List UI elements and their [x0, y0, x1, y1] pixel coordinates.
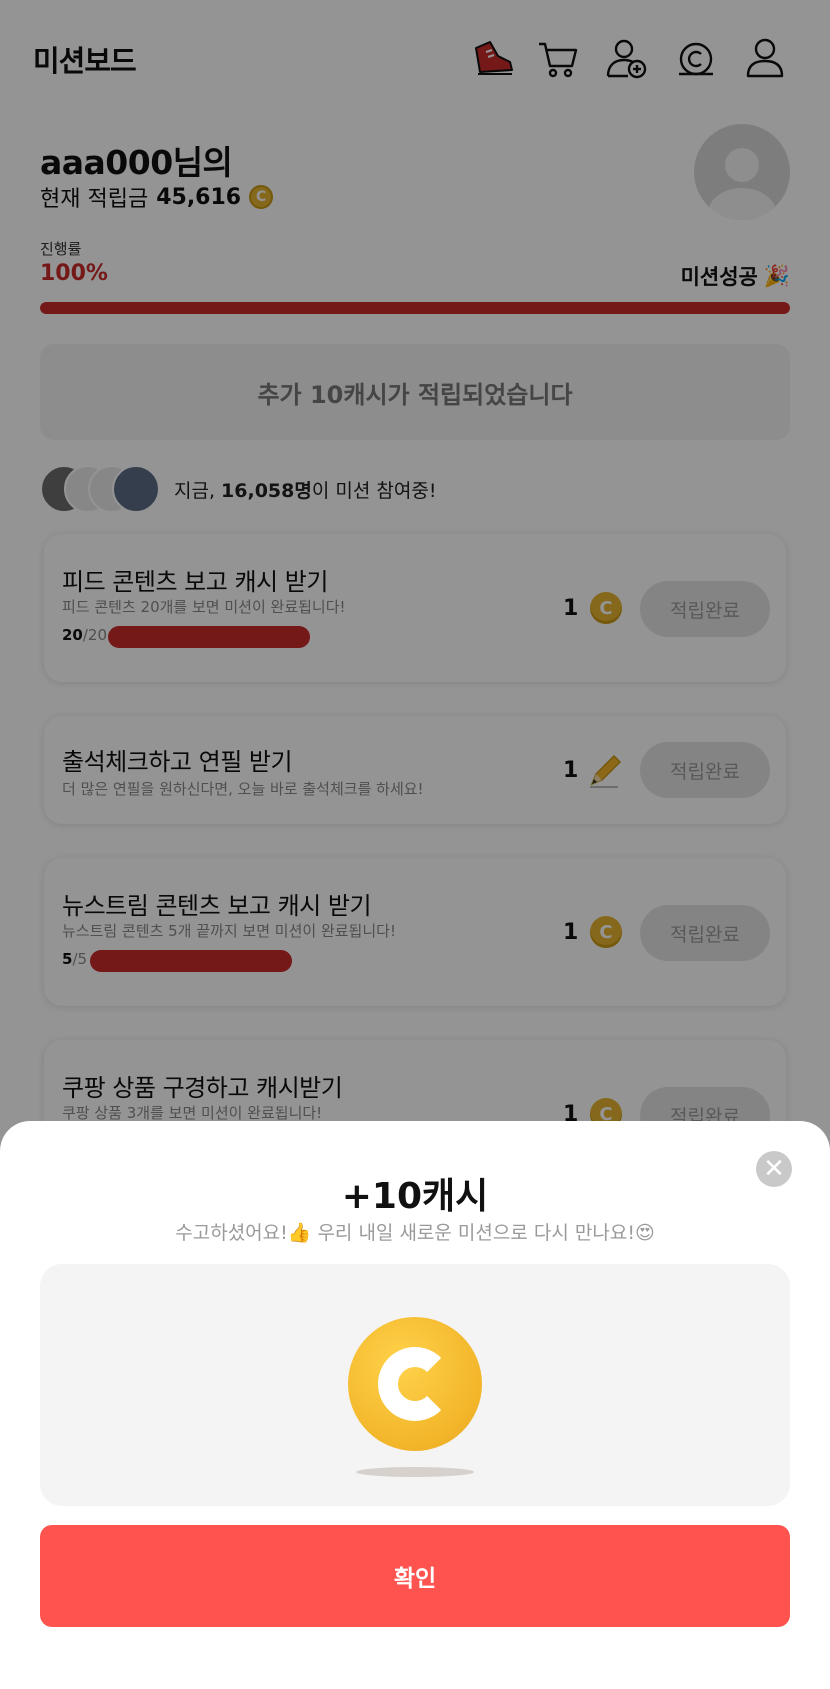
reward-subtitle: 수고하셨어요!👍 우리 내일 새로운 미션으로 다시 만나요!😍 — [175, 1222, 655, 1244]
coin-shadow — [356, 1467, 474, 1477]
coin-illustration-panel — [40, 1264, 790, 1506]
confirm-button[interactable]: 확인 — [40, 1525, 790, 1627]
reward-bottom-sheet: ✕ +10캐시 수고하셨어요!👍 우리 내일 새로운 미션으로 다시 만나요!😍… — [0, 1121, 830, 1689]
coin-icon — [348, 1317, 482, 1451]
reward-title: +10캐시 — [341, 1176, 489, 1217]
